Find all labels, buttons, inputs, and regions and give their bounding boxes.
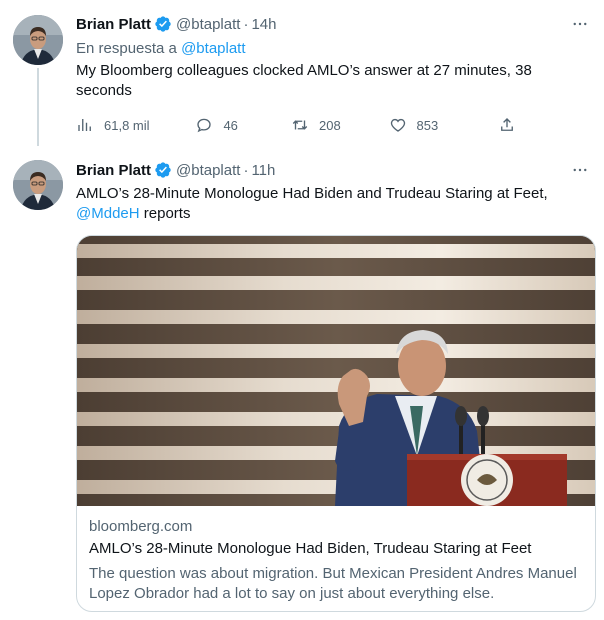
tweet-text: My Bloomberg colleagues clocked AMLO’s a… <box>76 62 532 99</box>
reply-prefix: En respuesta a <box>76 40 177 57</box>
more-dots-icon[interactable] <box>570 160 590 180</box>
timestamp[interactable]: 11h <box>251 162 275 179</box>
heart-icon <box>390 118 405 132</box>
tweet-header: Brian Platt @btaplatt · 11h <box>76 160 590 180</box>
views-button[interactable]: 61,8 mil <box>76 116 195 134</box>
author-name[interactable]: Brian Platt <box>76 162 151 179</box>
verified-badge-icon <box>154 15 172 33</box>
views-count: 61,8 mil <box>104 117 150 133</box>
card-description: The question was about migration. But Me… <box>89 565 577 602</box>
reply-button[interactable]: 46 <box>195 116 291 134</box>
tweet-2[interactable]: Brian Platt @btaplatt · 11h AMLO’s 28-Mi… <box>0 150 604 620</box>
tweet-text-suffix: reports <box>139 205 191 222</box>
retweet-icon <box>292 120 308 130</box>
tweet-actions: 61,8 mil 46 208 853 <box>76 114 526 136</box>
tweet-1[interactable]: Brian Platt @btaplatt · 14h En respuesta… <box>0 0 604 150</box>
avatar[interactable] <box>13 15 63 65</box>
reply-context: En respuesta a @btaplatt <box>76 40 590 57</box>
reply-icon <box>197 118 212 133</box>
link-card[interactable]: bloomberg.com AMLO’s 28-Minute Monologue… <box>76 235 596 612</box>
separator-dot: · <box>243 161 249 179</box>
views-icon <box>78 119 91 131</box>
retweet-count: 208 <box>318 117 341 133</box>
share-button[interactable] <box>498 116 526 134</box>
thread-line <box>37 68 39 146</box>
article-image[interactable] <box>77 236 595 506</box>
author-handle[interactable]: @btaplatt <box>176 162 240 179</box>
mention-link[interactable]: @MddeH <box>76 205 140 222</box>
separator-dot: · <box>243 15 249 33</box>
tweet-header: Brian Platt @btaplatt · 14h <box>76 14 590 34</box>
tweet-text-main: AMLO’s 28-Minute Monologue Had Biden and… <box>76 185 548 202</box>
avatar[interactable] <box>13 160 63 210</box>
like-count: 853 <box>416 117 439 133</box>
verified-badge-icon <box>154 161 172 179</box>
reply-handle-link[interactable]: @btaplatt <box>181 40 245 57</box>
retweet-button[interactable]: 208 <box>291 116 389 134</box>
card-title[interactable]: AMLO’s 28-Minute Monologue Had Biden, Tr… <box>89 540 583 560</box>
tweet-text: AMLO’s 28-Minute Monologue Had Biden and… <box>76 184 590 224</box>
author-name[interactable]: Brian Platt <box>76 16 151 33</box>
card-domain: bloomberg.com <box>89 518 193 535</box>
speaker-figure <box>335 330 567 506</box>
more-dots-icon[interactable] <box>570 14 590 34</box>
author-handle[interactable]: @btaplatt <box>176 16 240 33</box>
share-icon <box>501 118 513 131</box>
like-button[interactable]: 853 <box>389 116 498 134</box>
timestamp[interactable]: 14h <box>251 16 276 33</box>
reply-count: 46 <box>223 117 238 133</box>
